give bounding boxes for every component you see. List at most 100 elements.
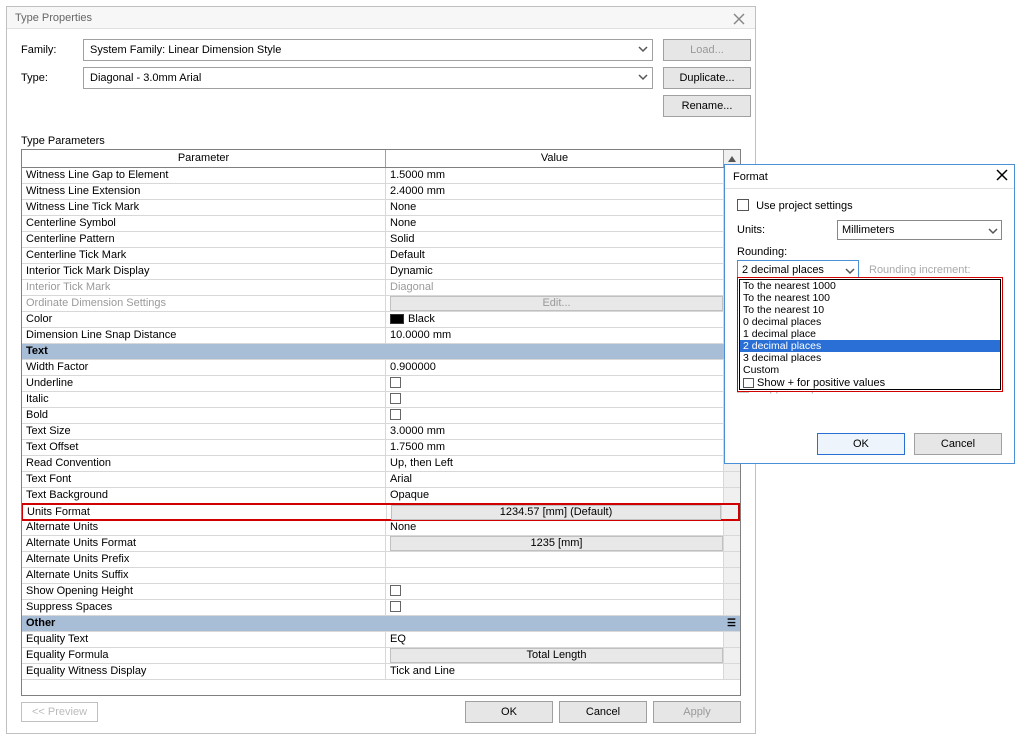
- col-value[interactable]: Value: [386, 150, 724, 167]
- rounding-option[interactable]: Custom: [740, 364, 1000, 376]
- rename-button[interactable]: Rename...: [663, 95, 751, 117]
- value-button[interactable]: 1234.57 [mm] (Default): [391, 505, 721, 520]
- param-value[interactable]: Tick and Line: [386, 664, 724, 679]
- param-value[interactable]: Black: [386, 312, 724, 327]
- scroll-track[interactable]: [724, 552, 740, 567]
- col-parameter[interactable]: Parameter: [22, 150, 386, 167]
- param-value[interactable]: Diagonal: [386, 280, 724, 295]
- cancel-button[interactable]: Cancel: [559, 701, 647, 723]
- close-icon[interactable]: [996, 169, 1008, 184]
- table-row[interactable]: Bold: [22, 408, 740, 424]
- param-value[interactable]: Up, then Left: [386, 456, 724, 471]
- show-plus-option[interactable]: Show + for positive values: [740, 376, 1000, 389]
- table-row[interactable]: Read ConventionUp, then Left: [22, 456, 740, 472]
- param-value[interactable]: 1.5000 mm: [386, 168, 724, 183]
- param-value[interactable]: 1.7500 mm: [386, 440, 724, 455]
- table-row[interactable]: Witness Line Gap to Element1.5000 mm: [22, 168, 740, 184]
- rounding-option[interactable]: To the nearest 100: [740, 292, 1000, 304]
- param-value[interactable]: 2.4000 mm: [386, 184, 724, 199]
- table-row[interactable]: Show Opening Height: [22, 584, 740, 600]
- units-select[interactable]: Millimeters: [837, 220, 1002, 240]
- param-value[interactable]: None: [386, 200, 724, 215]
- use-project-settings-checkbox[interactable]: [737, 199, 749, 211]
- param-value[interactable]: Default: [386, 248, 724, 263]
- param-value[interactable]: 0.900000: [386, 360, 724, 375]
- table-row[interactable]: Alternate Units Suffix: [22, 568, 740, 584]
- scroll-track[interactable]: [724, 488, 740, 503]
- param-value[interactable]: 10.0000 mm: [386, 328, 724, 343]
- scroll-track[interactable]: [724, 584, 740, 599]
- table-row[interactable]: Text☰: [22, 344, 740, 360]
- format-cancel-button[interactable]: Cancel: [914, 433, 1002, 455]
- value-button[interactable]: Total Length: [390, 648, 723, 663]
- checkbox[interactable]: [743, 378, 754, 388]
- checkbox[interactable]: [390, 585, 401, 596]
- param-value[interactable]: None: [386, 216, 724, 231]
- duplicate-button[interactable]: Duplicate...: [663, 67, 751, 89]
- param-value[interactable]: [386, 568, 724, 583]
- param-value[interactable]: Solid: [386, 232, 724, 247]
- table-row[interactable]: Interior Tick Mark DisplayDynamic: [22, 264, 740, 280]
- table-row[interactable]: Centerline SymbolNone: [22, 216, 740, 232]
- table-row[interactable]: Other☰: [22, 616, 740, 632]
- table-row[interactable]: Interior Tick MarkDiagonal: [22, 280, 740, 296]
- table-row[interactable]: Text BackgroundOpaque: [22, 488, 740, 504]
- table-row[interactable]: Witness Line Tick MarkNone: [22, 200, 740, 216]
- format-ok-button[interactable]: OK: [817, 433, 905, 455]
- family-combo[interactable]: System Family: Linear Dimension Style: [83, 39, 653, 61]
- checkbox[interactable]: [390, 377, 401, 388]
- table-row[interactable]: Equality TextEQ: [22, 632, 740, 648]
- table-row[interactable]: Italic: [22, 392, 740, 408]
- table-row[interactable]: Units Format1234.57 [mm] (Default): [22, 503, 740, 521]
- table-row[interactable]: Alternate Units Prefix: [22, 552, 740, 568]
- checkbox[interactable]: [390, 601, 401, 612]
- scroll-track[interactable]: [724, 648, 740, 663]
- rounding-option[interactable]: 0 decimal places: [740, 316, 1000, 328]
- checkbox[interactable]: [390, 409, 401, 420]
- close-icon[interactable]: [733, 11, 747, 25]
- scroll-track[interactable]: [724, 568, 740, 583]
- param-value[interactable]: 3.0000 mm: [386, 424, 724, 439]
- table-row[interactable]: Witness Line Extension2.4000 mm: [22, 184, 740, 200]
- table-row[interactable]: Alternate Units Format1235 [mm]: [22, 536, 740, 552]
- table-row[interactable]: Text FontArial: [22, 472, 740, 488]
- table-row[interactable]: ColorBlack: [22, 312, 740, 328]
- param-value[interactable]: Opaque: [386, 488, 724, 503]
- table-row[interactable]: Ordinate Dimension SettingsEdit...: [22, 296, 740, 312]
- table-row[interactable]: Width Factor0.900000: [22, 360, 740, 376]
- value-button[interactable]: Edit...: [390, 296, 723, 311]
- scroll-track[interactable]: [724, 664, 740, 679]
- ok-button[interactable]: OK: [465, 701, 553, 723]
- table-row[interactable]: Centerline PatternSolid: [22, 232, 740, 248]
- apply-button[interactable]: Apply: [653, 701, 741, 723]
- param-value[interactable]: None: [386, 520, 724, 535]
- param-value[interactable]: [386, 552, 724, 567]
- param-value[interactable]: EQ: [386, 632, 724, 647]
- table-row[interactable]: Centerline Tick MarkDefault: [22, 248, 740, 264]
- param-value[interactable]: [386, 392, 724, 407]
- type-combo[interactable]: Diagonal - 3.0mm Arial: [83, 67, 653, 89]
- table-row[interactable]: Equality FormulaTotal Length: [22, 648, 740, 664]
- param-value[interactable]: Dynamic: [386, 264, 724, 279]
- param-value[interactable]: Total Length: [386, 648, 724, 663]
- table-row[interactable]: Text Size3.0000 mm: [22, 424, 740, 440]
- param-value[interactable]: 1235 [mm]: [386, 536, 724, 551]
- table-row[interactable]: Suppress Spaces: [22, 600, 740, 616]
- rounding-option[interactable]: To the nearest 1000: [740, 280, 1000, 292]
- param-value[interactable]: [386, 408, 724, 423]
- scroll-track[interactable]: [722, 505, 738, 519]
- param-value[interactable]: Arial: [386, 472, 724, 487]
- preview-button[interactable]: << Preview: [21, 702, 98, 722]
- scroll-track[interactable]: [724, 520, 740, 535]
- table-row[interactable]: Alternate UnitsNone: [22, 520, 740, 536]
- scroll-track[interactable]: [724, 472, 740, 487]
- param-value[interactable]: [386, 376, 724, 391]
- scroll-track[interactable]: [724, 536, 740, 551]
- scroll-track[interactable]: [724, 600, 740, 615]
- param-value[interactable]: [386, 584, 724, 599]
- rounding-option[interactable]: 2 decimal places: [740, 340, 1000, 352]
- scroll-track[interactable]: [724, 632, 740, 647]
- group-collapse[interactable]: ☰: [386, 344, 740, 359]
- rounding-option[interactable]: To the nearest 10: [740, 304, 1000, 316]
- table-row[interactable]: Text Offset1.7500 mm: [22, 440, 740, 456]
